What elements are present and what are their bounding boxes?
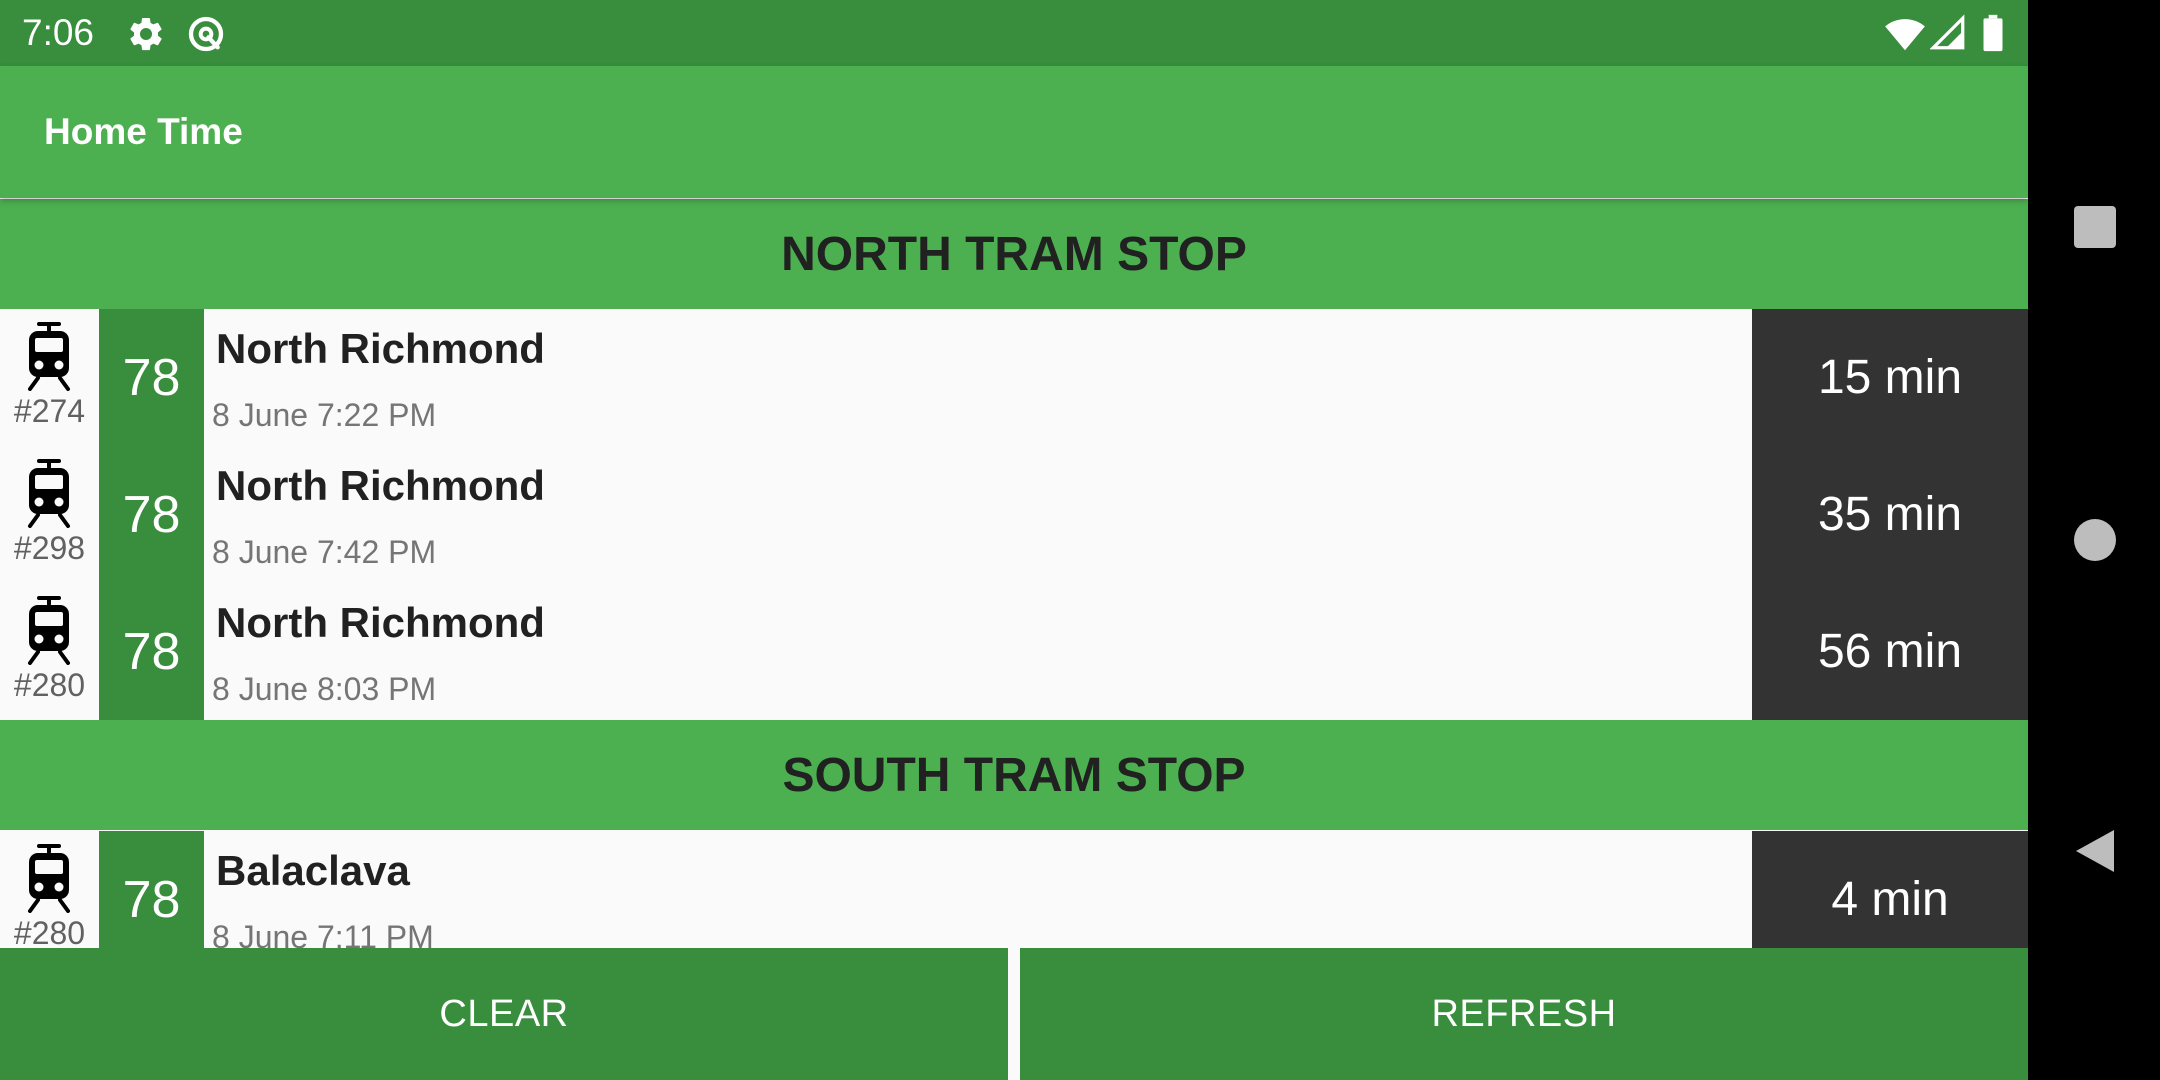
status-bar: 7:06 [0,0,2028,66]
tram-icon [28,459,70,528]
home-icon[interactable] [2074,519,2116,561]
signal-icon [1929,14,1966,57]
eta: 35 min [1752,446,2028,583]
app-bar: Home Time [0,66,2028,198]
sync-icon [186,14,226,54]
scheduled-time: 8 June 7:22 PM [212,397,437,433]
eta: 15 min [1752,309,2028,446]
refresh-button[interactable]: REFRESH [1020,948,2028,1080]
wifi-icon [1884,14,1926,57]
tram-row[interactable]: #298 78 North Richmond 8 June 7:42 PM 35… [0,446,2028,583]
tram-icon [28,322,70,391]
back-icon[interactable] [2072,826,2118,876]
tram-row[interactable]: #280 78 North Richmond 8 June 8:03 PM 56… [0,583,2028,720]
bottom-button-bar: CLEAR REFRESH [0,948,2028,1080]
destination: North Richmond [216,325,545,372]
status-time: 7:06 [22,12,95,53]
route-badge: 78 [99,309,204,446]
eta: 56 min [1752,583,2028,720]
clear-button[interactable]: CLEAR [0,948,1008,1080]
destination: North Richmond [216,599,545,646]
destination: North Richmond [216,462,545,509]
scheduled-time: 8 June 8:03 PM [212,671,437,707]
tram-number: #280 [13,667,86,703]
destination: Balaclava [216,847,410,894]
battery-icon [1982,14,2004,57]
route-badge: 78 [99,583,204,720]
scheduled-time: 8 June 7:42 PM [212,534,437,570]
recents-icon[interactable] [2074,206,2116,248]
route-badge: 78 [99,446,204,583]
tram-cell: #280 [0,583,99,720]
tram-number: #298 [13,530,86,566]
section-header-south: SOUTH TRAM STOP [0,720,2028,830]
section-header-north: NORTH TRAM STOP [0,199,2028,309]
tram-cell: #298 [0,446,99,583]
app-title: Home Time [44,111,243,152]
tram-cell: #274 [0,309,99,446]
tram-number: #280 [13,915,86,951]
screen: 7:06 Home Time NORTH TRAM STOP #274 78 N… [0,0,2028,1080]
navigation-bar [2028,0,2160,1080]
tram-number: #274 [13,393,86,429]
tram-icon [28,596,70,665]
tram-row[interactable]: #274 78 North Richmond 8 June 7:22 PM 15… [0,309,2028,446]
gear-icon [126,14,166,54]
tram-icon [28,844,70,913]
